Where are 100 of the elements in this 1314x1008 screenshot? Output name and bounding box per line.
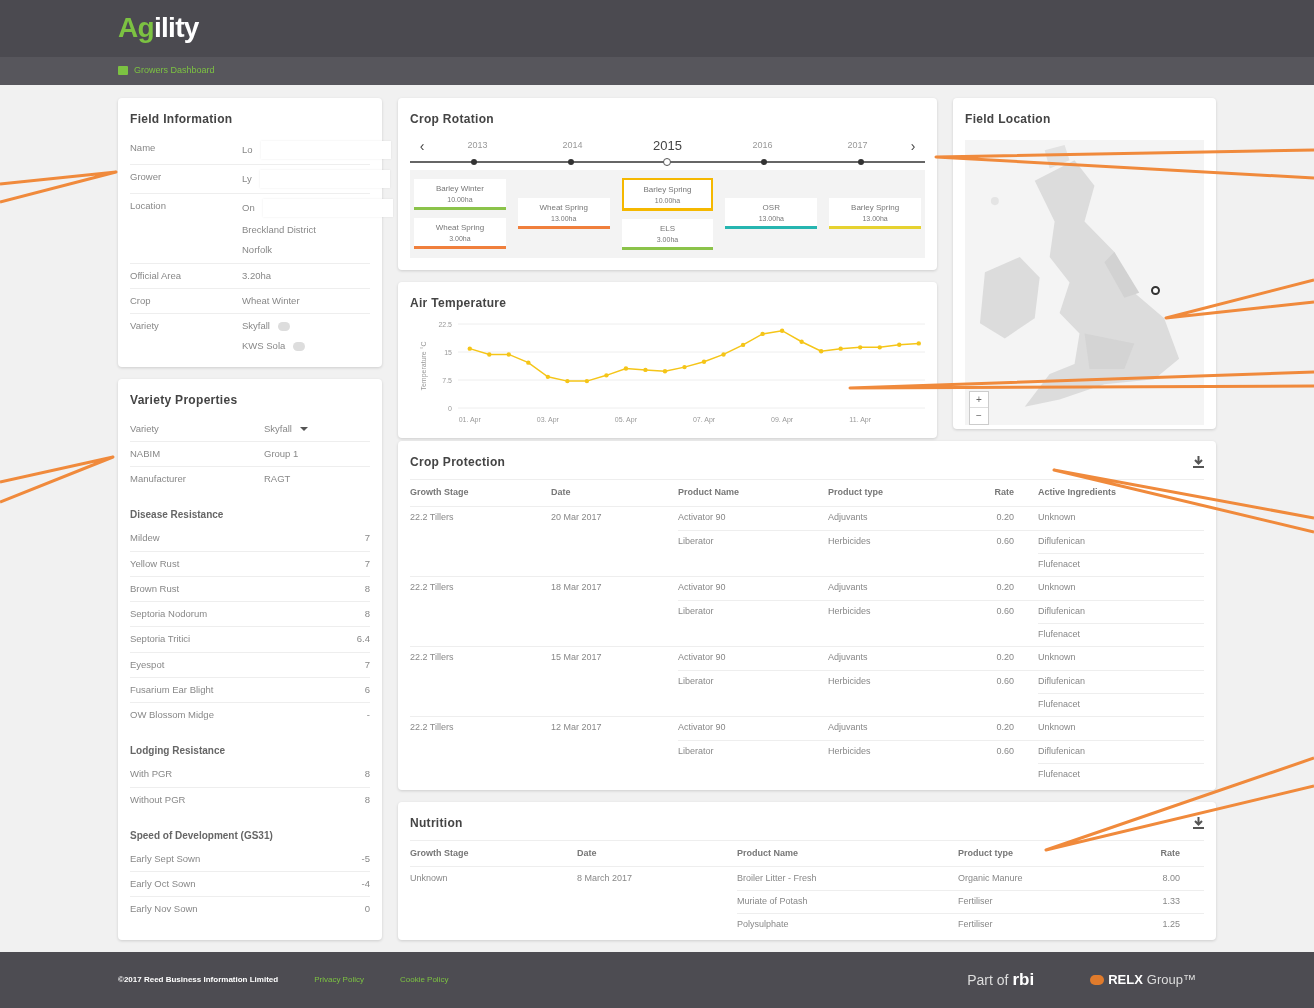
table-cell-text: 8.00 <box>1162 871 1180 885</box>
download-button[interactable] <box>1193 816 1204 829</box>
crop-name: Barley Winter <box>434 182 485 194</box>
data-point <box>506 351 511 357</box>
table-cell-text: 0.60 <box>996 604 1014 618</box>
property-value: Group 1 <box>264 446 299 461</box>
next-button[interactable]: › <box>905 138 921 153</box>
data-point <box>858 344 863 350</box>
table-cell: Activator 90 <box>678 651 726 665</box>
crop-name: Wheat Spring <box>434 221 486 233</box>
variety-dropdown[interactable]: Skyfall <box>264 421 308 436</box>
data-point <box>545 374 551 379</box>
field-label: Name <box>130 141 157 156</box>
table-cell: 20 Mar 2017 <box>551 512 602 523</box>
table-cell: Unknown <box>1038 721 1076 735</box>
table-cell-text: Flufenacet <box>1038 557 1081 571</box>
property-value: 0 <box>364 902 370 917</box>
property-value: -4 <box>361 877 370 892</box>
data-point <box>799 339 804 344</box>
property-label: Mildew <box>130 531 160 546</box>
property-value: 7 <box>364 556 370 571</box>
group-text: Group™ <box>1146 971 1196 990</box>
previous-button[interactable]: ‹ <box>414 138 430 153</box>
data-point <box>487 351 492 357</box>
year-tab[interactable]: 2015 <box>620 136 715 156</box>
table-cell-text: Herbicides <box>828 604 871 618</box>
table-cell-text: Flufenacet <box>1038 627 1081 641</box>
section-heading: Lodging Resistance <box>130 744 226 759</box>
column-header: Product type <box>828 486 884 500</box>
year-tab[interactable]: 2013 <box>430 136 525 156</box>
data-point <box>916 340 921 346</box>
property-value: 6.4 <box>356 632 370 647</box>
property-value: 8 <box>364 767 370 782</box>
table-cell: Muriate of Potash <box>737 895 808 909</box>
year-tab[interactable]: 2016 <box>715 136 810 156</box>
field-value: Wheat Winter <box>242 293 300 308</box>
map-pin-icon <box>1151 286 1160 296</box>
data-point <box>623 365 629 371</box>
column-header: Date <box>551 486 572 500</box>
data-point <box>682 364 687 369</box>
footer-link[interactable]: Cookie Policy <box>399 974 449 987</box>
table-cell-text: Diflufenican <box>1038 604 1086 618</box>
crop-name: Barley Spring <box>642 183 693 195</box>
property-value: 6 <box>364 682 370 697</box>
crop-name: ELS <box>658 222 677 234</box>
data-point <box>604 372 609 378</box>
table-cell-text: Diflufenican <box>1038 744 1086 758</box>
data-point <box>818 348 824 354</box>
info-badge-icon <box>293 342 306 351</box>
data-point <box>721 351 726 357</box>
card-title: Crop Rotation <box>410 111 495 129</box>
crop-name: Wheat Spring <box>538 202 589 214</box>
data-point <box>467 346 472 351</box>
table-cell-text: Herbicides <box>828 674 871 688</box>
table-cell: 0.20 <box>996 511 1014 525</box>
table-cell-text: Broiler Litter - Fresh <box>737 871 817 885</box>
table-cell-text: 0.60 <box>996 534 1014 548</box>
footer-link[interactable]: Privacy Policy <box>314 974 364 987</box>
property-value: 8 <box>364 581 370 596</box>
table-cell: 1.33 <box>1162 895 1180 909</box>
section-heading: Speed of Development (GS31) <box>130 828 274 843</box>
download-button[interactable] <box>1193 456 1204 469</box>
year-tab[interactable]: 2014 <box>525 136 620 156</box>
table-cell: Activator 90 <box>678 581 726 595</box>
card-title: Field Information <box>130 111 234 129</box>
field-value: On <box>242 201 255 215</box>
part-of-text: Part of <box>967 970 1009 990</box>
rbi-logo: rbi <box>1012 969 1035 992</box>
data-point <box>662 368 668 374</box>
property-label: With PGR <box>130 767 173 782</box>
property-label: Yellow Rust <box>130 556 180 571</box>
table-cell: 1.25 <box>1162 918 1180 932</box>
table-cell: Adjuvants <box>828 511 868 525</box>
table-cell: Polysulphate <box>737 918 789 932</box>
card-title: Crop Protection <box>410 454 506 472</box>
table-cell-text: Liberator <box>678 674 714 688</box>
column-header: Rate <box>1159 846 1181 860</box>
field-value: Ly <box>242 172 252 186</box>
dashboard-icon <box>118 66 128 76</box>
zoom-in-button[interactable]: + <box>970 392 988 409</box>
column-header: Rate <box>993 486 1015 500</box>
info-badge-icon <box>278 321 290 331</box>
table-cell: 22.2 Tillers <box>410 722 454 733</box>
logo[interactable]: Agility <box>118 14 199 43</box>
table-cell-text: 0.60 <box>996 674 1014 688</box>
nav-tab[interactable]: Growers Dashboard <box>118 64 215 78</box>
card-title: Variety Properties <box>130 391 239 409</box>
crop-name: Barley Spring <box>850 202 901 214</box>
year-tab[interactable]: 2017 <box>810 136 905 156</box>
table-cell: Unknown <box>1038 511 1076 525</box>
property-label: Early Oct Sown <box>130 877 196 892</box>
download-icon <box>1193 816 1204 829</box>
field-value: KWS Sola <box>242 339 286 354</box>
zoom-out-button[interactable]: − <box>970 408 988 425</box>
column-header: Product type <box>958 846 1014 860</box>
property-label: OW Blossom Midge <box>130 708 214 723</box>
data-point <box>701 359 707 364</box>
card-title: Air Temperature <box>410 294 508 312</box>
table-cell: Adjuvants <box>828 721 868 735</box>
column-header: Product Name <box>678 486 740 500</box>
